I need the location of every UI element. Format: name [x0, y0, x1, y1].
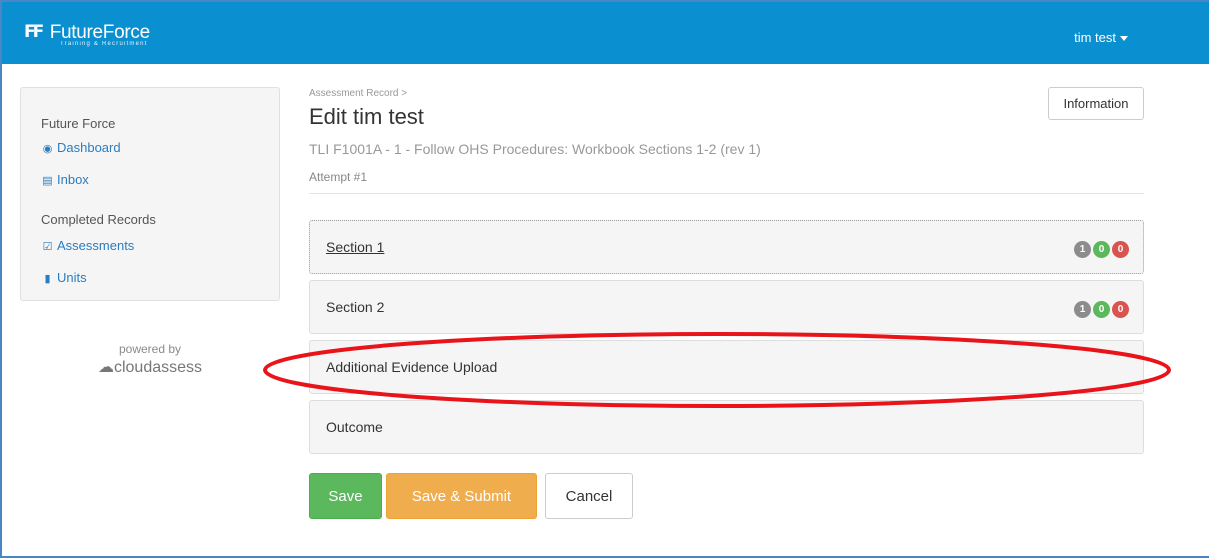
section-panel-additional-evidence[interactable]: Additional Evidence Upload	[309, 340, 1144, 394]
section-label: Section 1	[326, 239, 385, 255]
cancel-button[interactable]: Cancel	[545, 473, 633, 519]
page-title: Edit tim test	[309, 104, 424, 129]
user-name: tim test	[1074, 30, 1116, 45]
dashboard-icon: ◉	[42, 143, 53, 155]
logo-tagline: Training & Recruitment	[60, 41, 148, 47]
status-badge-green: 0	[1093, 301, 1110, 318]
check-square-icon: ☑	[42, 241, 53, 253]
section-panel-outcome[interactable]: Outcome	[309, 400, 1144, 454]
cloudassess-logo: ☁cloudassess	[20, 357, 280, 377]
status-badge-red: 0	[1112, 301, 1129, 318]
sidebar-item-dashboard[interactable]: ◉ Dashboard	[41, 140, 121, 155]
section-label: Section 2	[326, 299, 385, 315]
user-menu[interactable]: tim test	[1074, 30, 1128, 45]
divider	[309, 193, 1144, 194]
powered-by-text: powered by	[118, 342, 182, 356]
save-submit-button[interactable]: Save & Submit	[386, 473, 537, 519]
sidebar-item-label: Dashboard	[57, 140, 121, 155]
page-subtitle: TLI F1001A - 1 - Follow OHS Procedures: …	[309, 141, 761, 157]
status-badge-grey: 1	[1074, 241, 1091, 258]
section-label: Additional Evidence Upload	[326, 359, 498, 375]
attempt-label: Attempt #1	[309, 170, 368, 184]
sidebar-item-units[interactable]: ▮ Units	[41, 270, 87, 285]
powered-by-cloudassess[interactable]: powered by ☁cloudassess	[20, 342, 280, 377]
sidebar-heading-completed-records: Completed Records	[41, 212, 156, 227]
sidebar: Future Force ◉ Dashboard ▤ Inbox Completed…	[20, 87, 280, 301]
caret-down-icon	[1120, 36, 1128, 42]
sidebar-item-label: Units	[57, 270, 87, 285]
status-badge-red: 0	[1112, 241, 1129, 258]
logo-name: FutureForce	[49, 22, 150, 43]
sidebar-item-inbox[interactable]: ▤ Inbox	[41, 172, 89, 187]
sidebar-item-assessments[interactable]: ☑ Assessments	[41, 238, 135, 253]
section-panel-2[interactable]: Section 2 100	[309, 280, 1144, 334]
inbox-icon: ▤	[42, 175, 53, 187]
logo-mark: FF	[24, 22, 44, 42]
section-panel-1[interactable]: Section 1 100	[309, 220, 1144, 274]
sidebar-heading-future-force: Future Force	[41, 116, 116, 131]
sidebar-item-label: Inbox	[57, 172, 89, 187]
section-label: Outcome	[326, 419, 383, 435]
futureforce-logo[interactable]: FF FutureForce Training & Recruitment	[24, 22, 150, 47]
save-button[interactable]: Save	[309, 473, 382, 519]
cloudassess-brand: cloudassess	[113, 359, 203, 376]
status-badges: 100	[1072, 239, 1129, 258]
top-navbar: FF FutureForce Training & Recruitment ti…	[2, 2, 1209, 64]
sidebar-item-label: Assessments	[57, 238, 135, 253]
book-icon: ▮	[44, 273, 51, 285]
status-badge-grey: 1	[1074, 301, 1091, 318]
status-badges: 100	[1072, 299, 1129, 318]
cloud-icon: ☁	[97, 359, 114, 376]
information-button[interactable]: Information	[1048, 87, 1144, 120]
breadcrumb[interactable]: Assessment Record >	[309, 88, 407, 99]
status-badge-green: 0	[1093, 241, 1110, 258]
